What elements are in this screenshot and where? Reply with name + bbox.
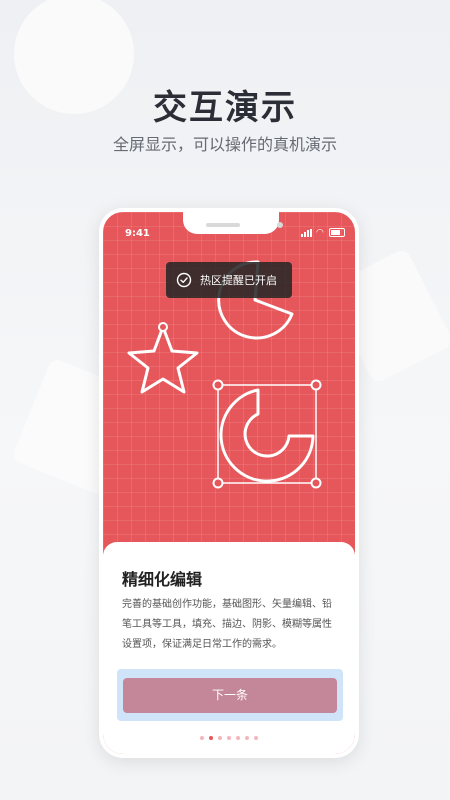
next-button-hotspot[interactable]: 下一条 — [117, 669, 343, 721]
phone-screen: 9:41 ◠ 热区提醒已开启 精细化编辑 完善的基础创作功能，基础图形、矢量编辑… — [103, 212, 355, 754]
check-circle-icon — [176, 272, 192, 288]
star-shape — [127, 325, 199, 394]
pagination-dot[interactable] — [218, 736, 222, 740]
next-button[interactable]: 下一条 — [123, 678, 337, 713]
toast-text: 热区提醒已开启 — [200, 274, 277, 287]
page-subtitle: 全屏显示，可以操作的真机演示 — [112, 135, 337, 154]
pagination-dot[interactable] — [200, 736, 204, 740]
selection-box — [217, 384, 317, 484]
page-title: 交互演示 — [153, 88, 297, 128]
ring-shape — [219, 388, 315, 483]
phone-mockup: 9:41 ◠ 热区提醒已开启 精细化编辑 完善的基础创作功能，基础图形、矢量编辑… — [99, 208, 359, 758]
card-description: 完善的基础创作功能，基础图形、矢量编辑、铅笔工具等工具，填充、描边、阴影、模糊等… — [122, 599, 332, 650]
feature-card: 精细化编辑 完善的基础创作功能，基础图形、矢量编辑、铅笔工具等工具，填充、描边、… — [103, 542, 355, 754]
pagination-dot[interactable] — [254, 736, 258, 740]
pagination-dot[interactable] — [245, 736, 249, 740]
hotspot-toast: 热区提醒已开启 — [166, 262, 292, 298]
selection-handle-tl — [212, 379, 224, 391]
pagination-dot-active[interactable] — [209, 736, 213, 740]
card-title: 精细化编辑 — [122, 570, 203, 589]
pagination-dot[interactable] — [227, 736, 231, 740]
pagination-dot[interactable] — [236, 736, 240, 740]
star-handle — [158, 322, 168, 332]
selection-handle-tr — [310, 379, 322, 391]
pagination-dots — [103, 736, 355, 740]
selection-handle-br — [310, 477, 322, 489]
selection-handle-bl — [212, 477, 224, 489]
